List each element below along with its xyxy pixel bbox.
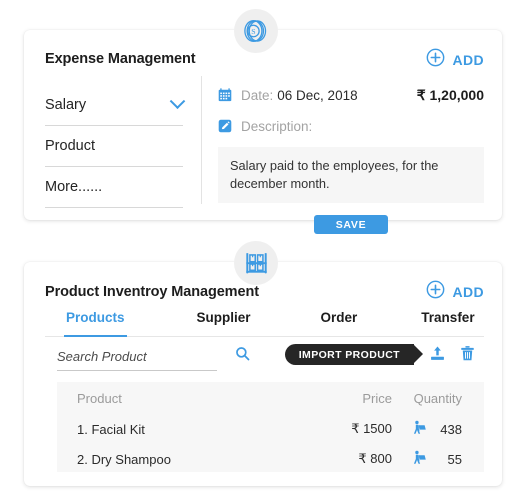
category-label: Salary [45,97,87,113]
page-title: Expense Management [45,51,196,67]
description-row: Description: [218,114,484,138]
inventory-toolbar: IMPORT PRODUCT [45,344,484,374]
tab-products[interactable]: Products [64,310,127,337]
import-product-button[interactable]: IMPORT PRODUCT [284,344,424,365]
tab-supplier[interactable]: Supplier [197,310,251,336]
search-input[interactable] [57,348,235,364]
vertical-divider [201,76,202,204]
upload-icon[interactable] [429,345,446,367]
add-product-label: ADD [452,284,484,300]
tab-transfer[interactable]: Transfer [421,310,474,336]
cell-quantity: 55 [392,450,484,468]
product-inventory-card: Product Inventroy Management ADD Product… [24,262,502,486]
add-expense-button[interactable]: ADD [426,48,484,72]
expense-category-list: Salary Product More...... [45,85,186,208]
table-row[interactable]: 1. Facial Kit ₹ 1500 438 [57,414,484,444]
svg-text:S: S [251,27,255,36]
trash-icon[interactable] [459,345,476,367]
person-cart-icon [413,450,428,468]
coin-stack-icon: S [234,9,278,53]
category-option-more[interactable]: More...... [45,167,183,208]
expense-details: Date: 06 Dec, 2018 ₹ 1,20,000 Descriptio… [218,83,484,235]
table-header-row: Product Price Quantity [57,382,484,414]
pencil-edit-icon [218,119,232,133]
table-body: 1. Facial Kit ₹ 1500 438 2. Dry Shampoo … [57,414,484,474]
tab-order[interactable]: Order [321,310,358,336]
expense-management-card: Expense Management ADD Salary Product Mo… [24,30,502,235]
category-label: Product [45,138,95,154]
table-header: Product Price Quantity [57,382,484,414]
product-table: Product Price Quantity 1. Facial Kit ₹ 1… [57,382,484,472]
search-field[interactable] [57,346,250,371]
date-value: 06 Dec, 2018 [277,87,358,103]
date-label: Date: [241,87,274,103]
search-icon[interactable] [235,346,250,366]
description-text[interactable]: Salary paid to the employees, for the de… [218,147,484,204]
cell-price: ₹ 800 [358,451,392,466]
cell-price: ₹ 1500 [351,421,392,436]
plus-circle-icon [426,280,445,304]
column-header-price: Price [362,390,392,406]
page-title: Product Inventroy Management [45,284,259,300]
date-row: Date: 06 Dec, 2018 ₹ 1,20,000 [218,83,484,107]
category-option-product[interactable]: Product [45,126,183,167]
table-row[interactable]: 2. Dry Shampoo ₹ 800 55 [57,444,484,474]
category-label: More...... [45,179,103,195]
quantity-value: 55 [447,451,462,467]
add-product-button[interactable]: ADD [426,280,484,304]
column-header-product: Product [77,390,122,406]
add-expense-label: ADD [452,52,484,68]
person-cart-icon [413,420,428,438]
category-option-salary[interactable]: Salary [45,85,186,126]
cell-product: 2. Dry Shampoo [77,451,171,467]
cell-product: 1. Facial Kit [77,421,145,437]
shelf-rack-icon [234,241,278,285]
expense-amount: ₹ 1,20,000 [416,86,484,103]
calendar-icon [218,88,232,102]
description-label: Description: [241,118,313,134]
save-button[interactable]: SAVE [314,215,388,235]
quantity-value: 438 [440,421,462,437]
tab-bar: Products Supplier Order Transfer [45,310,484,337]
column-header-quantity: Quantity [413,390,462,406]
cell-quantity: 438 [392,420,484,438]
chevron-down-icon[interactable] [169,92,186,109]
plus-circle-icon [426,48,445,72]
